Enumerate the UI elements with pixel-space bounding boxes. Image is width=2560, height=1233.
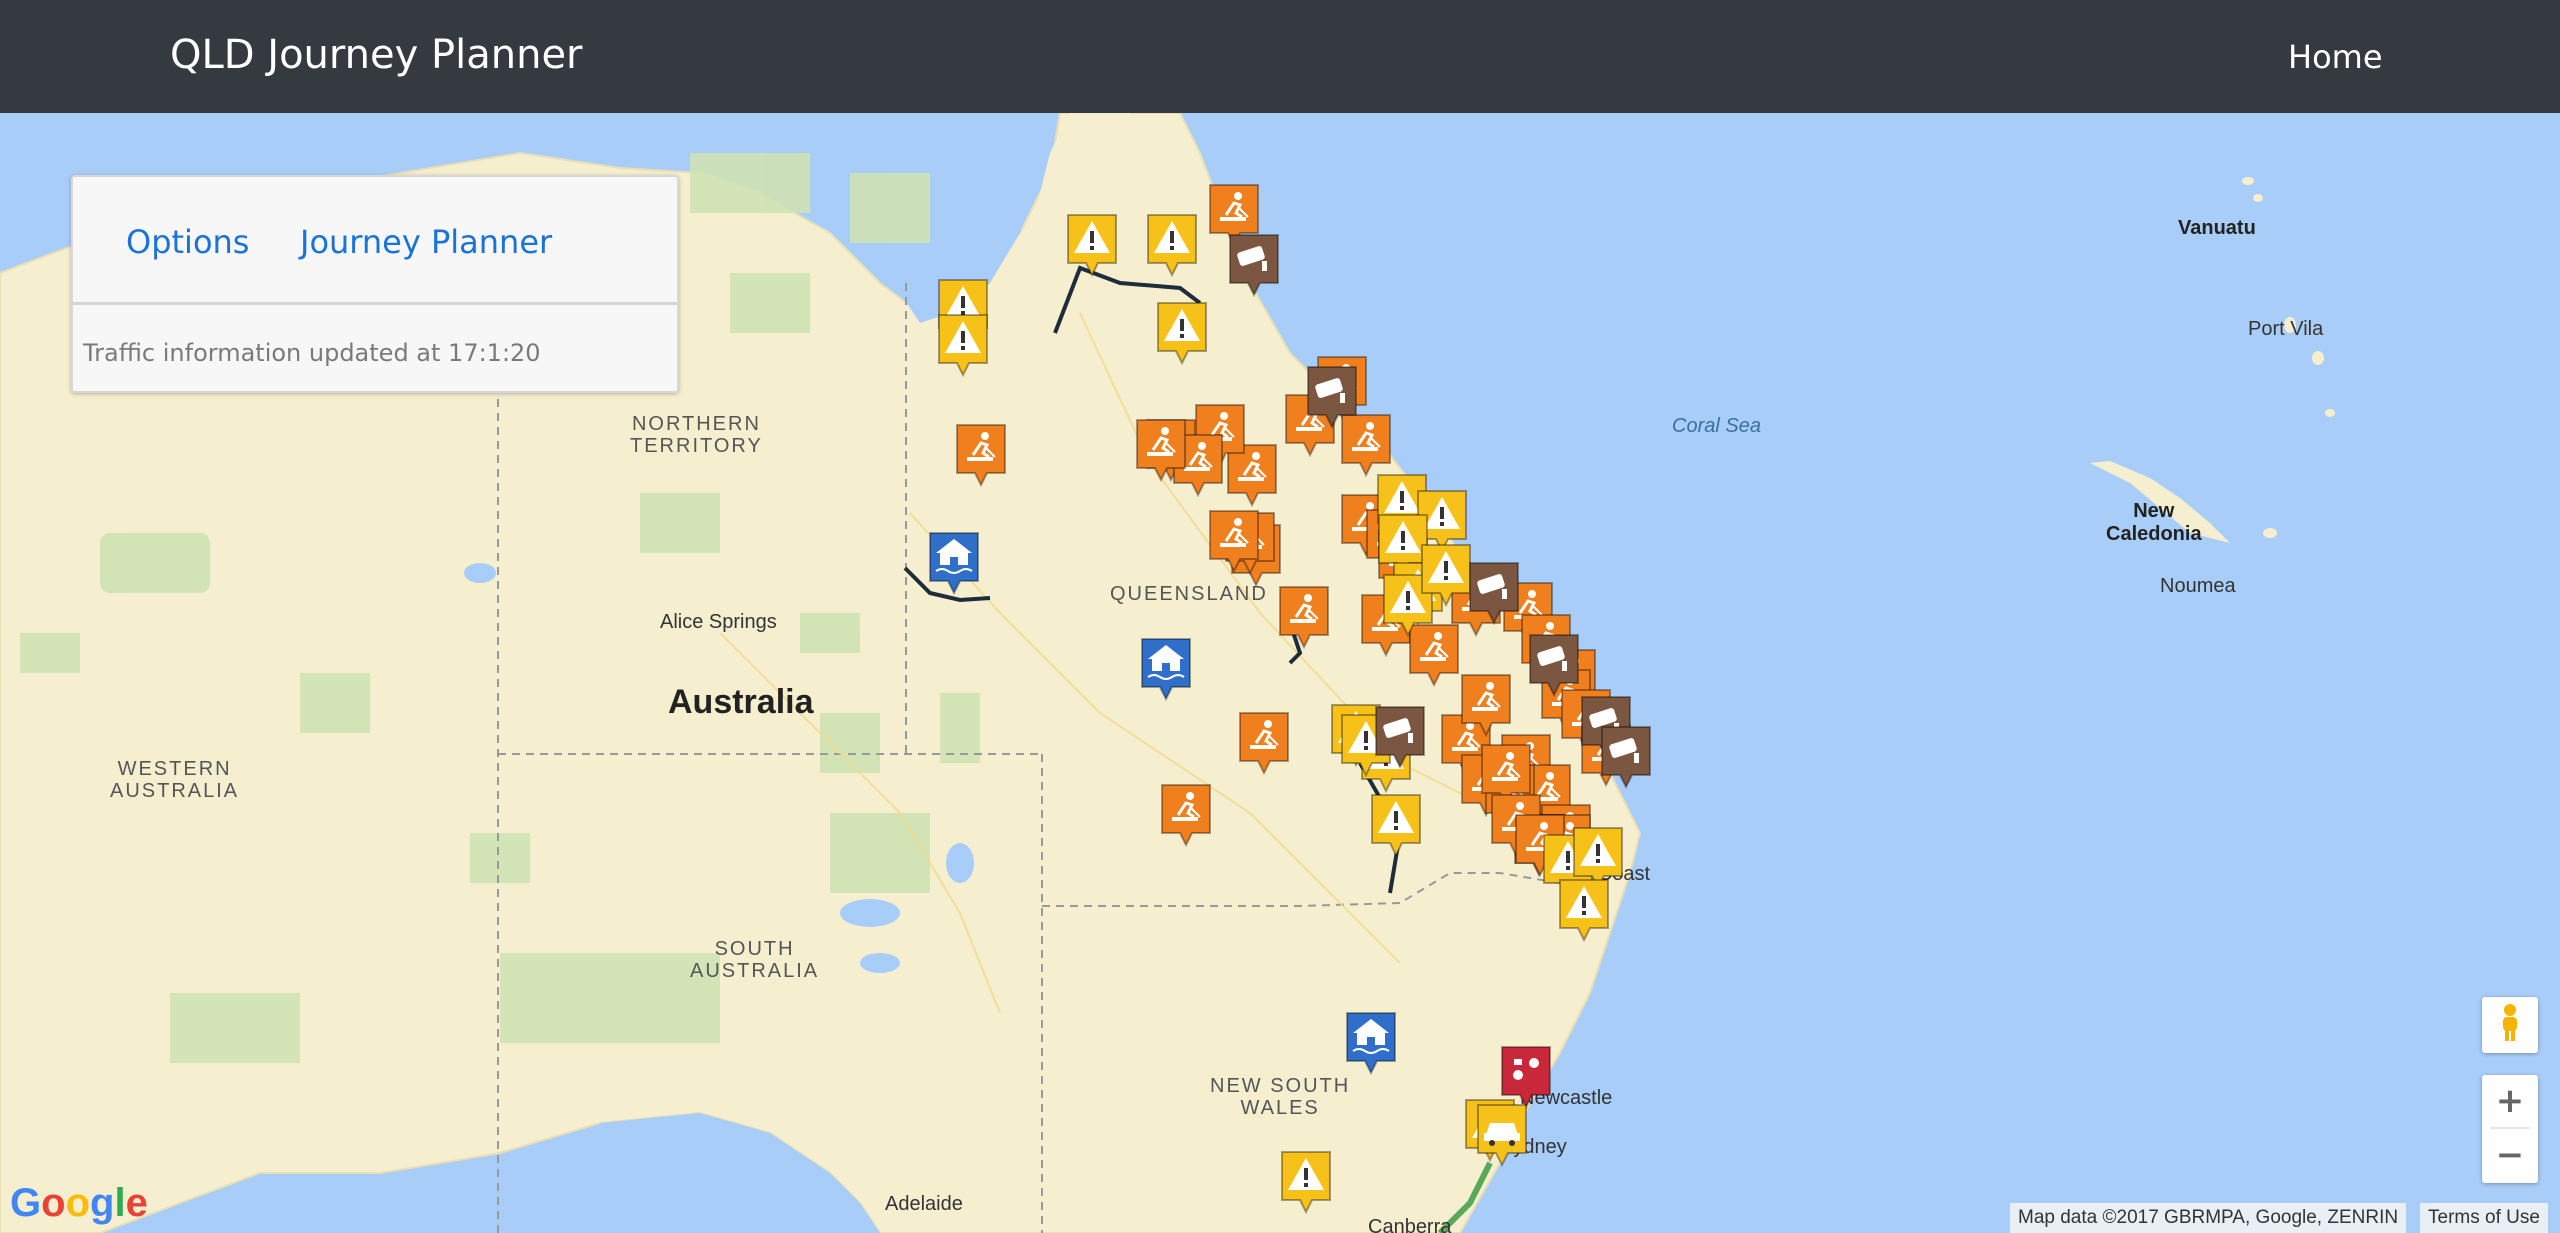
traffic-camera-icon: [1229, 234, 1279, 298]
top-navbar: QLD Journey Planner Home: [0, 0, 2560, 113]
congestion-icon: [1501, 1046, 1551, 1110]
zoom-out-button[interactable]: −: [2482, 1129, 2538, 1181]
warning-icon: [1067, 214, 1117, 278]
pegman-icon[interactable]: [2482, 997, 2538, 1049]
label-port-vila: Port Vila: [2248, 318, 2324, 340]
label-australia: Australia: [668, 683, 814, 721]
tab-journey-planner[interactable]: Journey Planner: [300, 223, 552, 261]
traffic-update-status: Traffic information updated at 17:1:20: [83, 339, 541, 367]
brand-title[interactable]: QLD Journey Planner: [170, 32, 583, 78]
label-south-australia: SOUTH AUSTRALIA: [690, 938, 820, 982]
flooding-marker[interactable]: [1345, 1011, 1397, 1076]
tab-options[interactable]: Options: [126, 223, 249, 261]
flood-house-icon: [929, 532, 979, 596]
roadworks-marker[interactable]: [1460, 673, 1512, 738]
hazard-marker[interactable]: [1156, 301, 1208, 366]
roadworks-marker[interactable]: [1238, 711, 1290, 776]
roadworks-icon: [956, 424, 1006, 488]
roadworks-icon: [1209, 510, 1259, 574]
panel-tabs: Options Journey Planner: [73, 177, 677, 305]
camera-marker[interactable]: [1468, 561, 1520, 626]
traffic-camera-icon: [1601, 726, 1651, 790]
roadworks-marker[interactable]: [1135, 418, 1187, 483]
label-new-south-wales: NEW SOUTH WALES: [1210, 1075, 1351, 1119]
warning-icon: [1559, 879, 1609, 943]
hazard-marker[interactable]: [937, 313, 989, 378]
roadworks-marker[interactable]: [1160, 783, 1212, 848]
label-vanuatu: Vanuatu: [2178, 217, 2256, 239]
street-view-control[interactable]: [2482, 997, 2538, 1053]
map-attribution: Map data ©2017 GBRMPA, Google, ZENRIN: [2010, 1203, 2407, 1233]
warning-icon: [1157, 302, 1207, 366]
roadworks-icon: [1161, 784, 1211, 848]
zoom-control[interactable]: + −: [2482, 1075, 2538, 1183]
hazard-marker[interactable]: [1066, 213, 1118, 278]
label-western-australia: WESTERN AUSTRALIA: [110, 758, 240, 802]
label-coral-sea: Coral Sea: [1672, 415, 1761, 437]
roadworks-icon: [1461, 674, 1511, 738]
label-northern-territory: NORTHERN TERRITORY: [630, 413, 763, 457]
traffic-camera-icon: [1375, 706, 1425, 770]
hazard-marker[interactable]: [1280, 1150, 1332, 1215]
traffic-camera-icon: [1469, 562, 1519, 626]
flood-house-icon: [1141, 638, 1191, 702]
roadworks-icon: [1239, 712, 1289, 776]
zoom-in-button[interactable]: +: [2482, 1075, 2538, 1127]
congestion-marker[interactable]: [1500, 1045, 1552, 1110]
hazard-marker[interactable]: [1420, 543, 1472, 608]
label-alice-springs: Alice Springs: [660, 611, 777, 633]
car-crash-marker[interactable]: [1476, 1103, 1528, 1168]
camera-marker[interactable]: [1306, 365, 1358, 430]
roadworks-marker[interactable]: [955, 423, 1007, 488]
roadworks-icon: [1279, 586, 1329, 650]
label-noumea: Noumea: [2160, 575, 2236, 597]
warning-icon: [1421, 544, 1471, 608]
hazard-marker[interactable]: [1370, 793, 1422, 858]
camera-marker[interactable]: [1374, 705, 1426, 770]
warning-icon: [938, 314, 988, 378]
label-canberra: Canberra: [1368, 1216, 1452, 1233]
flooding-marker[interactable]: [928, 531, 980, 596]
google-logo[interactable]: Google: [10, 1181, 148, 1226]
terms-of-use-link[interactable]: Terms of Use: [2420, 1203, 2548, 1233]
label-new-caledonia: New Caledonia: [2106, 500, 2202, 545]
label-adelaide: Adelaide: [885, 1193, 963, 1215]
car-crash-icon: [1477, 1104, 1527, 1168]
home-link[interactable]: Home: [2288, 38, 2383, 76]
roadworks-marker[interactable]: [1208, 509, 1260, 574]
traffic-camera-icon: [1529, 634, 1579, 698]
warning-icon: [1147, 214, 1197, 278]
camera-marker[interactable]: [1600, 725, 1652, 790]
hazard-marker[interactable]: [1558, 878, 1610, 943]
camera-marker[interactable]: [1228, 233, 1280, 298]
hazard-marker[interactable]: [1146, 213, 1198, 278]
camera-marker[interactable]: [1528, 633, 1580, 698]
warning-icon: [1371, 794, 1421, 858]
warning-icon: [1281, 1151, 1331, 1215]
flooding-marker[interactable]: [1140, 637, 1192, 702]
roadworks-icon: [1136, 419, 1186, 483]
options-panel: Options Journey Planner Traffic informat…: [71, 175, 679, 393]
flood-house-icon: [1346, 1012, 1396, 1076]
roadworks-marker[interactable]: [1278, 585, 1330, 650]
traffic-camera-icon: [1307, 366, 1357, 430]
